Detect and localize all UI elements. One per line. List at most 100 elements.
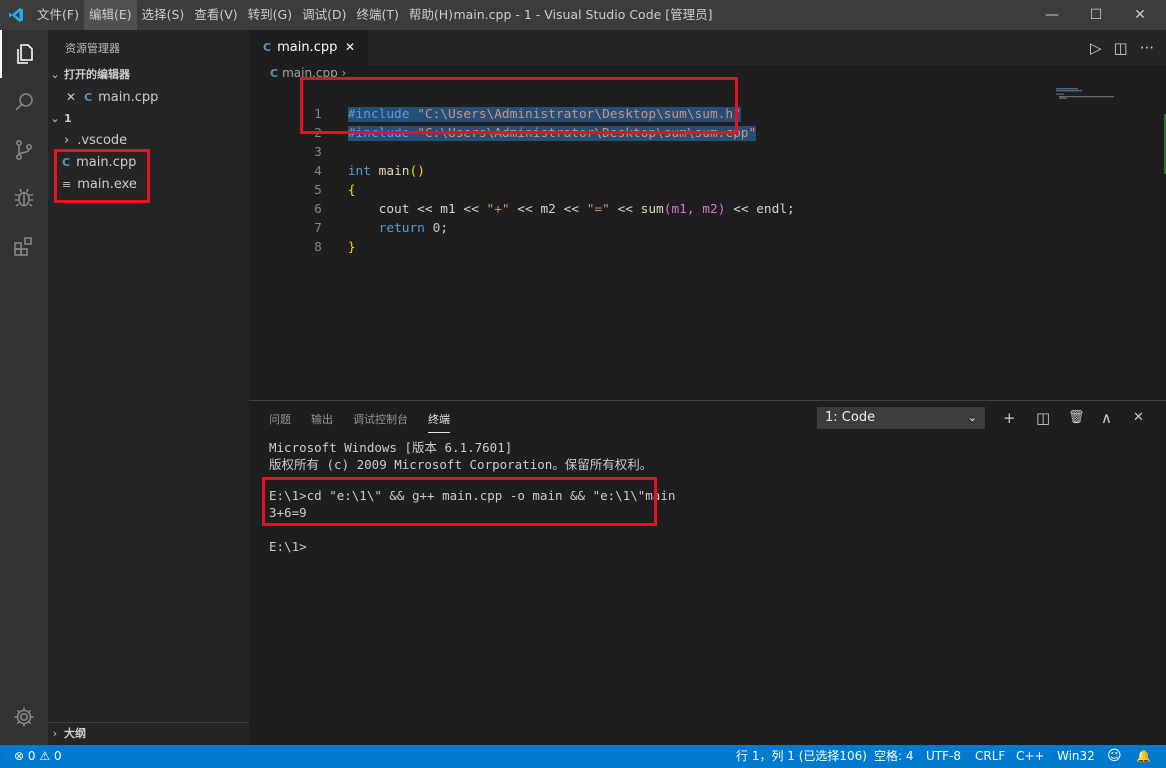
menu-debug[interactable]: 调试(D) [297,0,351,30]
language-status[interactable]: C++ [1016,745,1045,768]
split-terminal-icon[interactable]: ◫ [1036,407,1050,429]
code-line: 2 #include "C:\Users\Administrator\Deskto… [249,105,1049,141]
run-icon[interactable]: ▷ [1090,39,1102,57]
explorer-title: 资源管理器 [65,42,120,55]
title-bar: 文件(F) 编辑(E) 选择(S) 查看(V) 转到(G) 调试(D) 终端(T… [0,0,1166,30]
files-icon [17,44,33,64]
status-bar: ⊗ 0 ⚠ 0 行 1，列 1 (已选择106) 空格: 4 UTF-8 CRL… [0,745,1166,768]
close-icon[interactable]: ✕ [66,90,76,104]
problems-status[interactable]: ⊗ 0 ⚠ 0 [14,745,62,768]
terminal-select[interactable]: 1: Code ⌄ [817,407,985,429]
menu-file[interactable]: 文件(F) [32,0,84,30]
tab-problems[interactable]: 问题 [269,411,291,427]
close-panel-icon[interactable]: ✕ [1133,407,1144,429]
open-editors-header[interactable]: ⌄ 打开的编辑器 [48,64,249,86]
cpp-file-icon: C [263,41,272,54]
menu-help[interactable]: 帮助(H) [404,0,458,30]
error-icon: ⊗ [14,749,25,763]
minimize-button[interactable]: — [1030,0,1074,30]
manage-button[interactable] [0,693,48,741]
tab-close-icon[interactable]: ✕ [345,30,355,65]
indentation-status[interactable]: 空格: 4 [874,745,914,768]
tree-item-label: .vscode [77,133,128,148]
code-line: 8} [249,219,1049,255]
code-editor[interactable]: 1 #include "C:\Users\Administrator\Deskto… [249,84,1166,400]
feedback-icon[interactable]: ☺ [1107,745,1122,768]
code-line: 3 [249,124,1049,160]
settings-gear-icon [14,707,34,727]
terminal-select-value: 1: Code [825,410,876,425]
line-number: 8 [314,240,322,255]
cpp-file-icon: C [62,156,71,169]
tree-item-main-cpp[interactable]: Cmain.cpp [48,152,249,174]
warning-icon: ⚠ [39,749,51,763]
chevron-right-icon: › [52,727,58,740]
breadcrumb[interactable]: Cmain.cpp › [270,66,346,80]
extensions-icon [14,237,32,256]
overview-ruler[interactable] [1160,84,1166,400]
terminal-line: E:\1>cd "e:\1\" && g++ main.cpp -o main … [269,488,676,503]
outline-label: 大纲 [64,727,86,740]
cursor-position[interactable]: 行 1，列 1 (已选择106) [736,745,867,768]
split-editor-icon[interactable]: ◫ [1114,39,1128,57]
platform-status[interactable]: Win32 [1057,745,1095,768]
folder-header[interactable]: ⌄ 1 [48,108,249,130]
terminal-prompt[interactable]: E:\1> [269,539,307,554]
tree-item-label: main.cpp [76,155,137,170]
code-line: 1 #include "C:\Users\Administrator\Deskto… [249,86,1049,122]
debug-button[interactable] [0,174,48,222]
tab-debug-console[interactable]: 调试控制台 [353,411,408,427]
code-line: 6 cout << m1 << "+" << m2 << "=" << sum(… [249,181,1049,217]
search-icon [15,93,33,111]
vscode-logo-icon [9,8,23,22]
tab-terminal[interactable]: 终端 [428,411,450,433]
maximize-panel-icon[interactable]: ∧ [1101,407,1112,429]
warning-count: 0 [53,749,62,763]
chevron-down-icon: ⌄ [50,112,60,125]
menu-selection[interactable]: 选择(S) [137,0,190,30]
tree-item-label: main.exe [77,177,137,192]
code-line: 5{ [249,162,1049,198]
breadcrumb-item: main.cpp › [282,66,347,80]
cpp-file-icon: C [84,91,93,104]
bell-icon[interactable]: 🔔 [1136,745,1151,768]
tab-label: main.cpp [277,40,338,55]
menu-edit[interactable]: 编辑(E) [83,0,137,30]
cpp-file-icon: C [270,67,279,80]
outline-header[interactable]: › 大纲 [48,722,249,745]
encoding-status[interactable]: UTF-8 [926,745,961,768]
open-editor-name: main.cpp [98,90,159,105]
brace-token: } [347,240,356,255]
minimap[interactable] [1056,88,1116,100]
source-control-button[interactable] [0,126,48,174]
menu-view[interactable]: 查看(V) [189,0,242,30]
eol-status[interactable]: CRLF [975,745,1005,768]
trash-icon[interactable]: 🗑 [1068,407,1085,429]
menu-bar: 文件(F) 编辑(E) 选择(S) 查看(V) 转到(G) 调试(D) 终端(T… [32,0,458,30]
search-button[interactable] [0,78,48,126]
open-editor-item[interactable]: ✕ Cmain.cpp [48,86,249,108]
editor-actions: ▷ ◫ ··· [1090,30,1154,65]
explorer-sidebar: 资源管理器 ⌄ 打开的编辑器 ✕ Cmain.cpp ⌄ 1 › .vscode Cma… [48,30,249,745]
open-editors-label: 打开的编辑器 [64,68,130,81]
maximize-button[interactable]: ☐ [1074,0,1118,30]
tab-main-cpp[interactable]: Cmain.cpp ✕ [249,30,368,65]
menu-terminal[interactable]: 终端(T) [351,0,403,30]
explorer-button[interactable] [0,30,48,78]
new-terminal-icon[interactable]: + [1003,407,1016,429]
more-actions-icon[interactable]: ··· [1140,39,1154,57]
tree-item-vscode[interactable]: › .vscode [48,130,249,152]
terminal-panel: 问题 输出 调试控制台 终端 1: Code ⌄ + ◫ 🗑 ∧ ✕ Micro… [249,400,1166,746]
extensions-button[interactable] [0,222,48,270]
folder-label: 1 [64,112,72,125]
tab-output[interactable]: 输出 [311,411,333,427]
chevron-down-icon: ⌄ [967,411,977,424]
exe-file-icon: ≡ [62,178,72,191]
error-count: 0 [27,749,36,763]
menu-go[interactable]: 转到(G) [243,0,297,30]
tree-item-main-exe[interactable]: ≡ main.exe [48,174,249,196]
terminal-line: 3+6=9 [269,505,307,520]
close-window-button[interactable]: ✕ [1118,0,1162,30]
terminal-line: 版权所有 (c) 2009 Microsoft Corporation。保留所有… [269,457,653,472]
source-control-icon [16,139,33,160]
